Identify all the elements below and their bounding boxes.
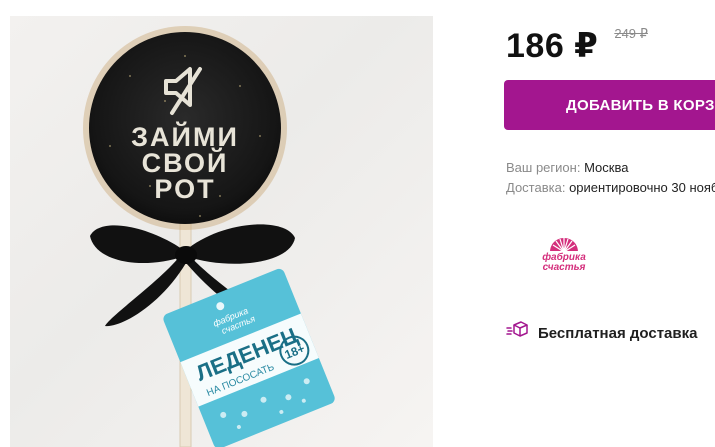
free-delivery-label: Бесплатная доставка	[538, 325, 698, 342]
brand-logo[interactable]: фабрика счастья	[536, 234, 592, 274]
lollipop-illustration: ЗАЙМИ СВОЙ РОТ фабрика счастья ЛЕДЕНЕЦ Н…	[83, 26, 335, 447]
free-delivery: Бесплатная доставка	[506, 321, 697, 346]
delivery-value: ориентировочно 30 ноября	[569, 180, 715, 195]
delivery-label: Доставка:	[506, 180, 566, 195]
box-delivery-icon	[506, 321, 528, 346]
delivery-info: Доставка: ориентировочно 30 ноября	[506, 180, 715, 195]
candy-text-line3: РОТ	[154, 174, 215, 204]
region-value[interactable]: Москва	[584, 160, 628, 175]
svg-text:счастья: счастья	[543, 262, 586, 273]
region-info: Ваш регион: Москва	[506, 160, 628, 175]
product-image[interactable]: ЗАЙМИ СВОЙ РОТ фабрика счастья ЛЕДЕНЕЦ Н…	[10, 16, 433, 447]
price-row: 186 ₽ 249 ₽	[506, 20, 648, 66]
add-to-cart-button[interactable]: ДОБАВИТЬ В КОРЗИНУ	[504, 80, 715, 130]
region-label: Ваш регион:	[506, 160, 581, 175]
old-price: 249 ₽	[614, 26, 648, 41]
current-price: 186 ₽	[506, 27, 599, 65]
